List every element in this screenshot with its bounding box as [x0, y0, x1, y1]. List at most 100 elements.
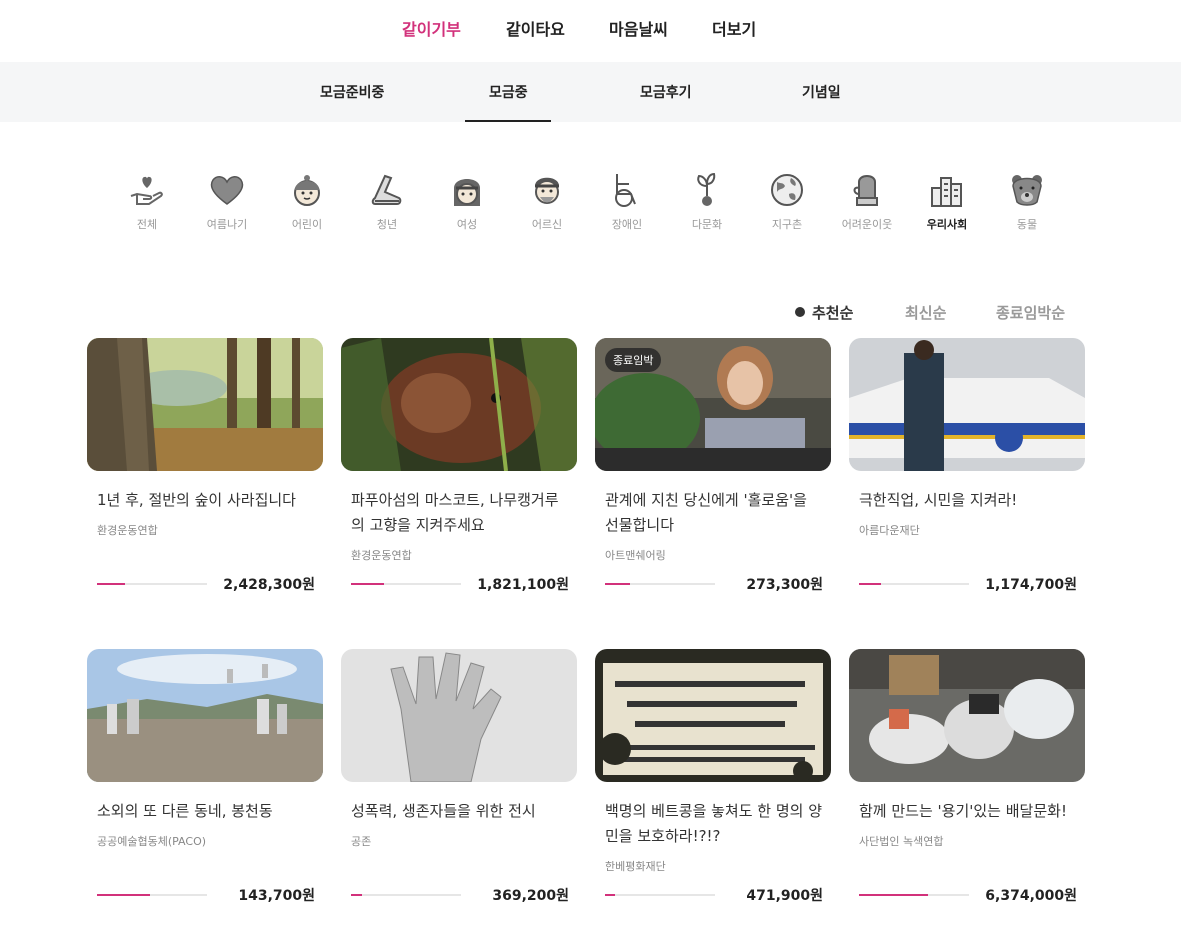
- top-nav-together-donate[interactable]: 같이기부: [402, 16, 461, 40]
- woman-face-icon: [454, 179, 480, 206]
- tab-fundraising-now[interactable]: 모금중: [489, 82, 528, 102]
- campaign-card[interactable]: 성폭력, 생존자들을 위한 전시 공존 369,200원: [341, 649, 577, 904]
- campaign-org: 아름다운재단: [859, 524, 920, 537]
- globe-icon: [771, 174, 803, 206]
- campaign-title: 파푸아섬의 마스코트, 나무캥거루의 고향을 지켜주세요: [351, 491, 559, 534]
- campaign-card[interactable]: 백명의 베트콩을 놓쳐도 한 명의 양민을 보호하라!?!? 한베평화재단 47…: [595, 649, 831, 904]
- category-all[interactable]: 전체: [111, 172, 183, 232]
- top-nav-together-ride[interactable]: 같이타요: [506, 16, 565, 40]
- sort-ending-soon[interactable]: 종료임박순: [996, 302, 1065, 323]
- category-label: 지구촌: [771, 218, 803, 231]
- campaign-thumbnail: [595, 649, 831, 782]
- campaign-org: 공존: [351, 835, 372, 848]
- campaign-card[interactable]: 파푸아섬의 마스코트, 나무캥거루의 고향을 지켜주세요 환경운동연합 1,82…: [341, 338, 577, 593]
- category-society[interactable]: 우리사회: [911, 172, 983, 232]
- campaign-title: 1년 후, 절반의 숲이 사라집니다: [97, 491, 296, 509]
- sneaker-icon: [371, 174, 402, 205]
- campaign-thumbnail: [87, 338, 323, 471]
- category-label: 우리사회: [926, 218, 968, 231]
- progress-bar: [97, 894, 207, 896]
- sub-nav: 모금준비중 모금중 모금후기 기념일: [0, 62, 1181, 122]
- category-multicultural[interactable]: 다문화: [671, 172, 743, 232]
- progress-fill: [351, 583, 384, 585]
- campaign-card[interactable]: 1년 후, 절반의 숲이 사라집니다 환경운동연합 2,428,300원: [87, 338, 323, 593]
- heart-icon: [210, 176, 244, 205]
- progress-bar: [859, 583, 969, 585]
- category-women[interactable]: 여성: [431, 172, 503, 232]
- progress-bar: [605, 583, 715, 585]
- campaign-org: 사단법인 녹색연합: [859, 835, 944, 848]
- top-nav-mind-weather[interactable]: 마음날씨: [609, 16, 668, 40]
- buildings-icon: [931, 177, 962, 207]
- child-face-icon: [294, 175, 320, 206]
- campaign-card[interactable]: 소외의 또 다른 동네, 봉천동 공공예술협동체(PACO) 143,700원: [87, 649, 323, 904]
- ending-soon-badge: 종료임박: [605, 348, 662, 372]
- campaign-amount: 369,200원: [492, 888, 569, 904]
- progress-fill: [605, 583, 631, 585]
- campaign-thumbnail: 종료임박: [595, 338, 831, 471]
- campaign-title: 함께 만드는 '용기'있는 배달문화!: [859, 802, 1067, 820]
- campaign-amount: 1,174,700원: [985, 577, 1077, 593]
- campaign-amount: 2,428,300원: [223, 577, 315, 593]
- category-elderly[interactable]: 어르신: [511, 172, 583, 232]
- campaign-thumbnail: [341, 338, 577, 471]
- progress-bar: [351, 894, 461, 896]
- campaign-title: 소외의 또 다른 동네, 봉천동: [97, 802, 273, 820]
- tab-fundraising-review[interactable]: 모금후기: [640, 82, 692, 102]
- campaign-org: 환경운동연합: [97, 524, 158, 537]
- campaign-org: 공공예술협동체(PACO): [97, 835, 207, 848]
- category-label: 장애인: [611, 218, 643, 231]
- category-animals[interactable]: 동물: [991, 172, 1063, 232]
- campaign-card[interactable]: 종료임박 관계에 지친 당신에게 '홀로움'을 선물합니다 아트맨쉐어링 273…: [595, 338, 831, 593]
- mitten-icon: [853, 175, 878, 206]
- campaign-title: 관계에 지친 당신에게 '홀로움'을 선물합니다: [605, 491, 807, 534]
- campaign-thumbnail: [849, 649, 1085, 782]
- heart-hand-icon: [130, 176, 163, 205]
- campaign-org: 아트맨쉐어링: [605, 549, 666, 562]
- campaign-title: 백명의 베트콩을 놓쳐도 한 명의 양민을 보호하라!?!?: [605, 802, 823, 845]
- category-label: 어려운이웃: [841, 218, 893, 231]
- sort-latest[interactable]: 최신순: [905, 302, 946, 323]
- category-label: 여성: [456, 218, 478, 231]
- progress-fill: [859, 583, 881, 585]
- category-youth[interactable]: 청년: [351, 172, 423, 232]
- tab-anniversary[interactable]: 기념일: [802, 82, 841, 102]
- progress-fill: [859, 894, 929, 896]
- category-global[interactable]: 지구촌: [751, 172, 823, 232]
- top-nav-more[interactable]: 더보기: [712, 16, 756, 40]
- campaign-card[interactable]: 극한직업, 시민을 지켜라! 아름다운재단 1,174,700원: [849, 338, 1085, 593]
- campaign-card[interactable]: 함께 만드는 '용기'있는 배달문화! 사단법인 녹색연합 6,374,000원: [849, 649, 1085, 904]
- progress-bar: [351, 583, 461, 585]
- category-disabled[interactable]: 장애인: [591, 172, 663, 232]
- category-label: 동물: [1016, 218, 1038, 231]
- progress-fill: [351, 894, 362, 896]
- category-needy[interactable]: 어려운이웃: [831, 172, 903, 232]
- sprout-icon: [697, 172, 716, 206]
- progress-fill: [97, 583, 125, 585]
- sort-active-dot: [795, 307, 805, 317]
- campaign-title: 극한직업, 시민을 지켜라!: [859, 491, 1018, 509]
- tab-fundraising-prep[interactable]: 모금준비중: [320, 82, 384, 102]
- elder-face-icon: [535, 177, 559, 204]
- campaign-org: 한베평화재단: [605, 860, 666, 873]
- campaign-amount: 6,374,000원: [985, 888, 1077, 904]
- campaign-amount: 143,700원: [238, 888, 315, 904]
- category-bar: 전체 여름나기 어린이 청년 여성 어르신 장애인 다문화 지구촌 어려운이웃 …: [0, 172, 1181, 252]
- top-nav: 같이기부 같이타요 마음날씨 더보기: [0, 0, 1181, 62]
- category-children[interactable]: 어린이: [271, 172, 343, 232]
- category-label: 다문화: [691, 218, 723, 231]
- campaign-amount: 273,300원: [746, 577, 823, 593]
- category-label: 여름나기: [206, 218, 248, 231]
- progress-bar: [605, 894, 715, 896]
- progress-fill: [605, 894, 615, 896]
- wheelchair-icon: [615, 174, 636, 207]
- sort-recommended[interactable]: 추천순: [812, 302, 853, 323]
- progress-fill: [97, 894, 150, 896]
- progress-bar: [97, 583, 207, 585]
- campaign-amount: 471,900원: [746, 888, 823, 904]
- campaign-amount: 1,821,100원: [477, 577, 569, 593]
- category-label: 어르신: [531, 218, 563, 231]
- campaign-org: 환경운동연합: [351, 549, 412, 562]
- category-summer[interactable]: 여름나기: [191, 172, 263, 232]
- category-label: 전체: [136, 218, 158, 231]
